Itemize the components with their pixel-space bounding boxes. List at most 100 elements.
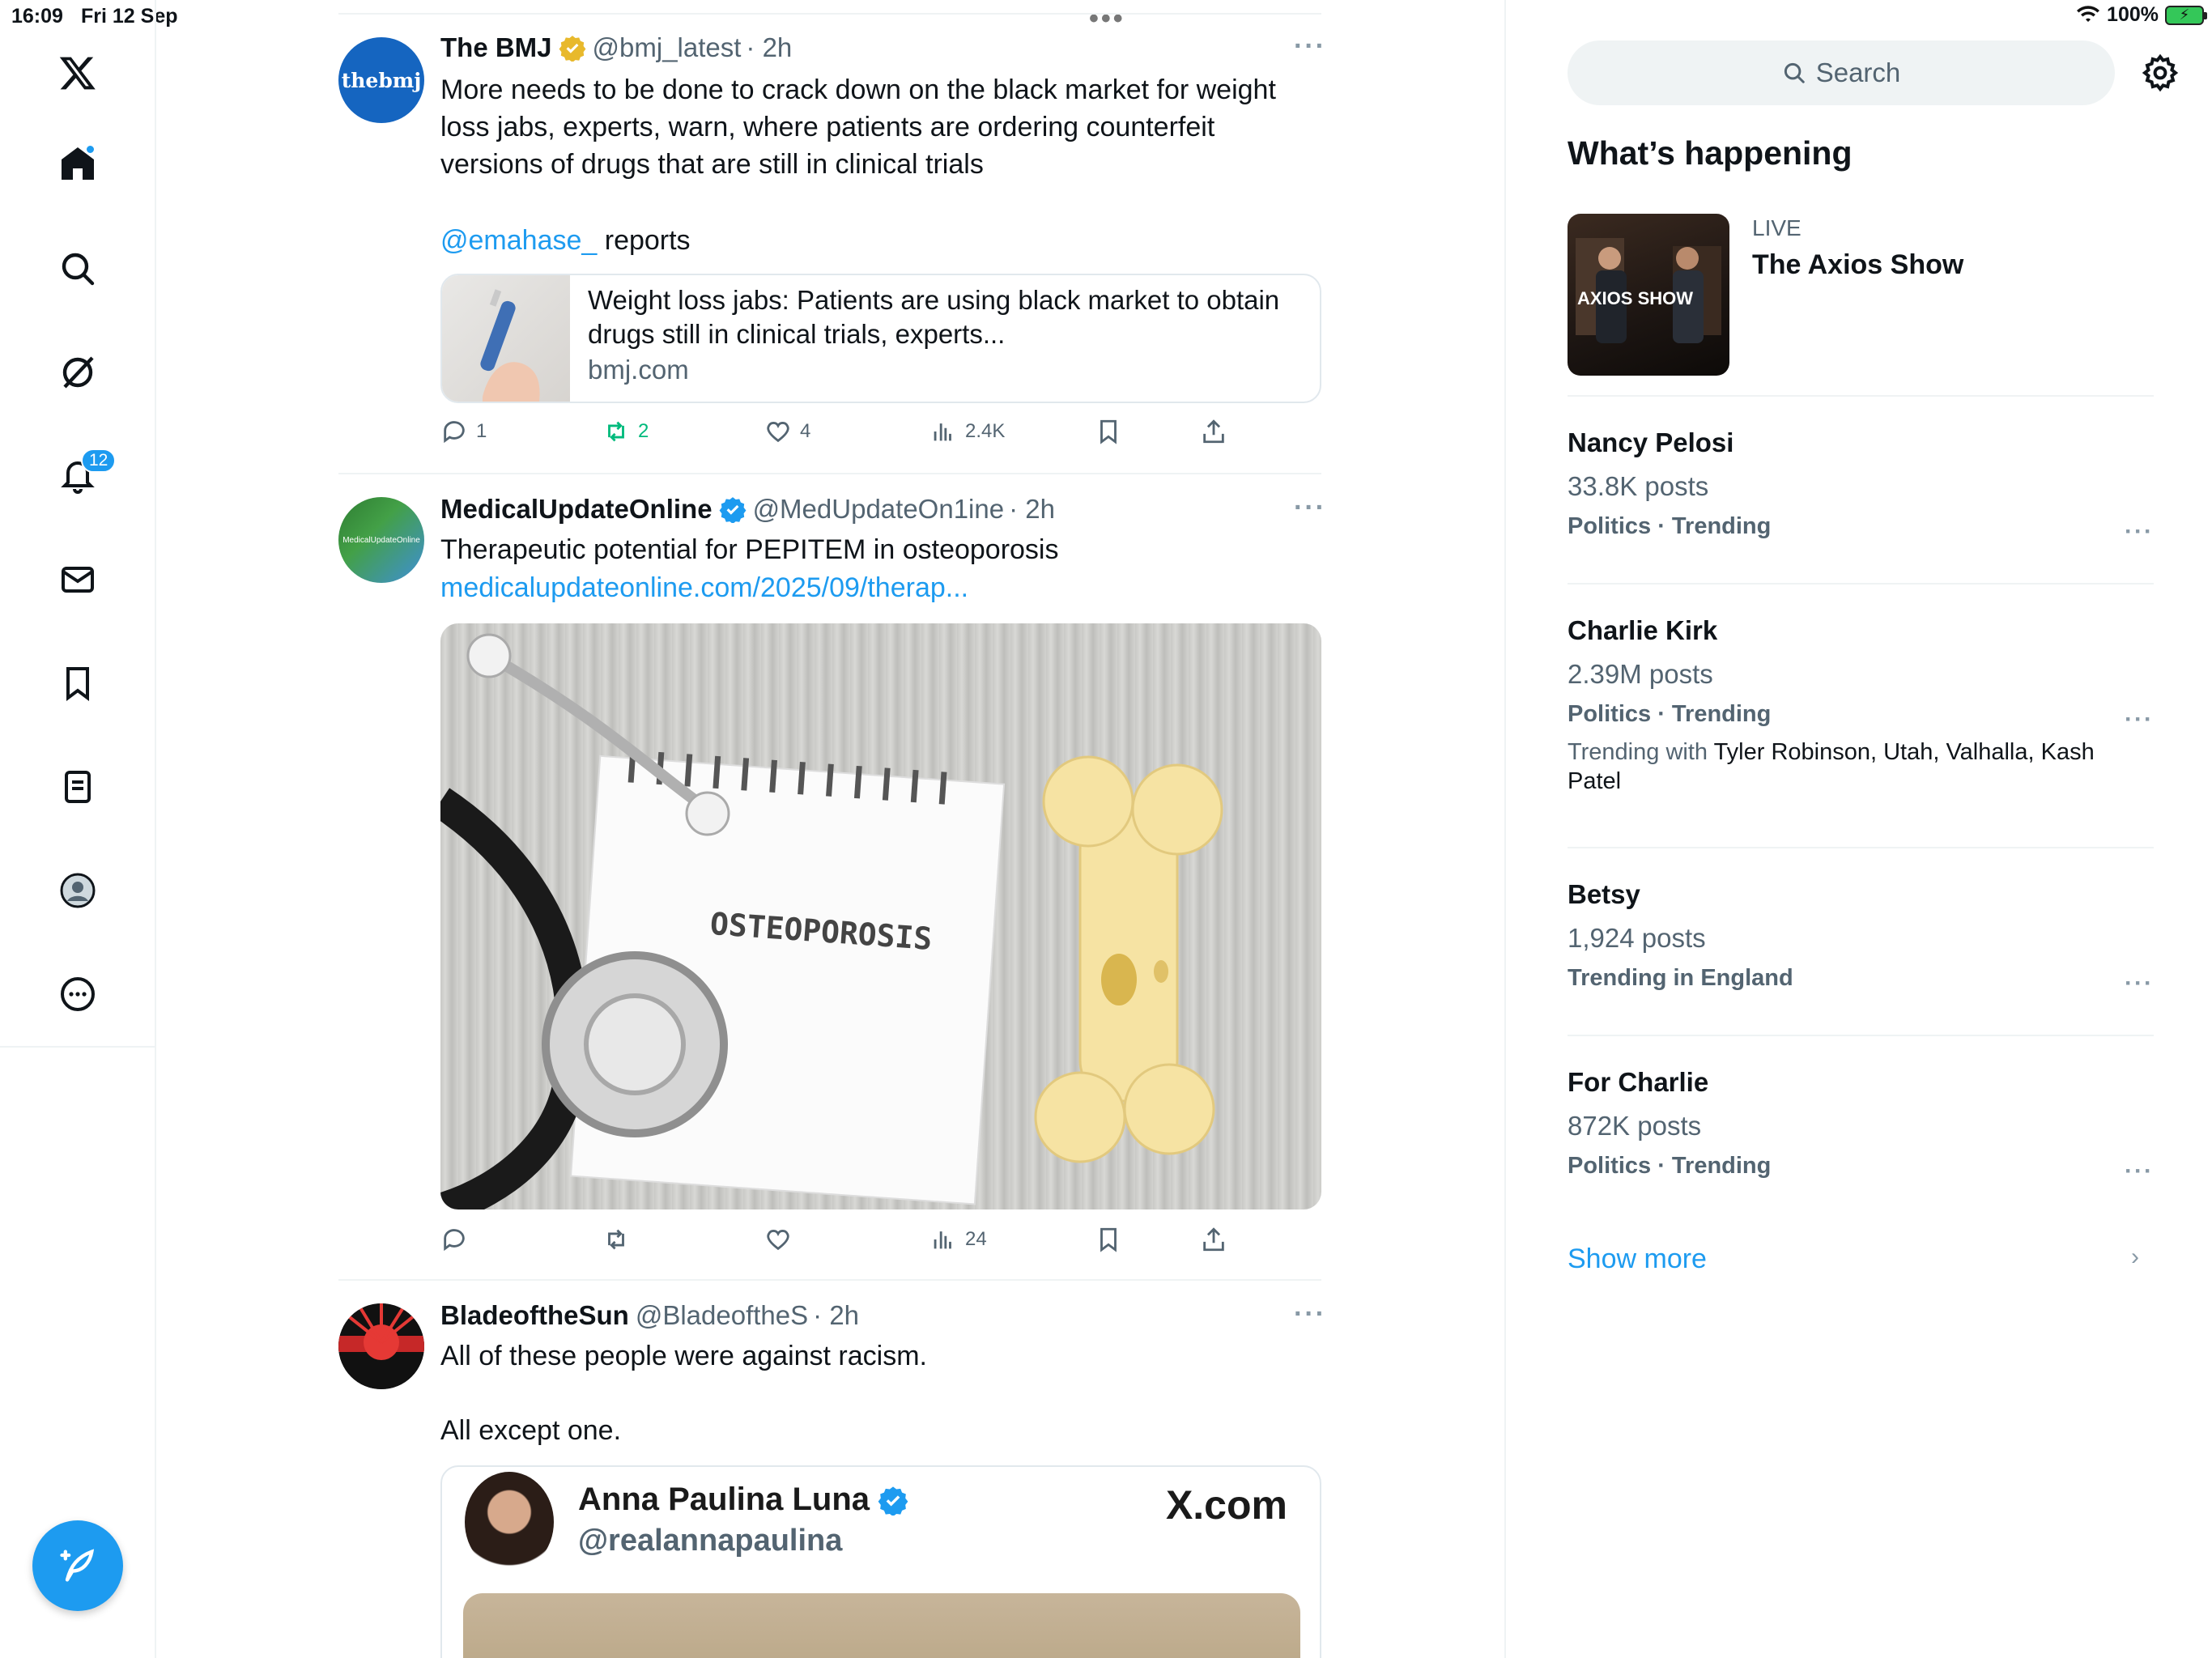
author-name[interactable]: BladeoftheSun	[440, 1300, 629, 1331]
battery-percent: 100%	[2107, 3, 2159, 26]
sidebar-divider	[1568, 583, 2154, 585]
search-input[interactable]: Search	[1568, 40, 2115, 105]
tweet-header: MedicalUpdateOnline @MedUpdateOn1ine · 2…	[440, 494, 1055, 525]
share-button[interactable]	[1200, 418, 1227, 445]
search-icon[interactable]	[53, 244, 102, 293]
multitask-handle[interactable]: •••	[1089, 3, 1125, 35]
trend-more-button[interactable]: ···	[2125, 970, 2154, 997]
feed-divider	[338, 1279, 1321, 1281]
author-handle[interactable]: @bmj_latest	[593, 32, 742, 63]
tweet-more-button[interactable]: ···	[1294, 31, 1326, 62]
trend-more-button[interactable]: ···	[2125, 706, 2154, 733]
reply-button[interactable]: 1	[440, 418, 487, 445]
trend-name: Charlie Kirk	[1568, 615, 1718, 645]
tweet-actions: 1 2 4 2.4K	[440, 418, 1323, 450]
mention-link[interactable]: @emahase_	[440, 225, 597, 256]
like-button[interactable]: 4	[764, 418, 810, 445]
mention-suffix: reports	[597, 225, 691, 256]
show-more-link[interactable]: Show more	[1568, 1244, 1707, 1275]
trend-posts: 872K posts	[1568, 1111, 1702, 1141]
avatar-text: thebmj	[341, 68, 422, 92]
embed-inner-image	[463, 1593, 1300, 1658]
home-icon[interactable]	[53, 139, 102, 188]
chevron-right-icon: ›	[2131, 1244, 2139, 1270]
embed-header: Anna Paulina Luna	[578, 1482, 908, 1518]
views-button[interactable]: 2.4K	[929, 418, 1005, 445]
tweet-actions: 24	[440, 1226, 1323, 1258]
author-name[interactable]: The BMJ	[440, 32, 552, 63]
share-icon	[1203, 1227, 1224, 1252]
reply-count: 1	[476, 420, 487, 442]
bookmark-icon	[1100, 1227, 1117, 1252]
x-logo-icon[interactable]	[53, 49, 102, 97]
card-domain: bmj.com	[588, 355, 689, 385]
wifi-icon	[2077, 5, 2100, 22]
trend-more-button[interactable]: ···	[2125, 518, 2154, 546]
blue-verified-icon	[878, 1486, 908, 1516]
author-handle[interactable]: @MedUpdateOn1ine	[753, 494, 1005, 525]
avatar[interactable]: thebmj	[338, 37, 424, 123]
tweet-more-button[interactable]: ···	[1294, 492, 1326, 524]
card-title: Weight loss jabs: Patients are using bla…	[588, 285, 1280, 349]
trend-item[interactable]: Betsy 1,924 posts Trending in England ··…	[1568, 879, 2154, 997]
trend-name: Betsy	[1568, 879, 1640, 909]
live-thumbnail[interactable]: AXIOS SHOW	[1568, 214, 1729, 376]
profile-icon[interactable]	[53, 866, 102, 915]
trending-with: Trending with Tyler Robinson, Utah, Valh…	[1568, 738, 2134, 796]
notifications-badge: 12	[81, 449, 117, 473]
trend-category: Politics · Trending	[1568, 701, 1772, 727]
repost-button[interactable]	[602, 1226, 630, 1253]
nav-divider	[0, 1046, 156, 1048]
bookmark-button[interactable]	[1095, 418, 1122, 445]
trending-with-label: Trending with	[1568, 739, 1708, 765]
embed-handle: @realannapaulina	[578, 1524, 843, 1558]
tweet-more-button[interactable]: ···	[1294, 1299, 1326, 1330]
trend-name: For Charlie	[1568, 1067, 1709, 1097]
link-card[interactable]: Weight loss jabs: Patients are using bla…	[440, 274, 1321, 403]
more-icon[interactable]	[53, 970, 102, 1018]
notifications-icon[interactable]: 12	[53, 449, 117, 500]
live-title[interactable]: The Axios Show	[1752, 249, 1963, 281]
repost-button[interactable]: 2	[602, 418, 649, 445]
trend-more-button[interactable]: ···	[2125, 1158, 2154, 1185]
trend-category: Trending in England	[1568, 965, 1793, 991]
bookmark-button[interactable]	[1095, 1226, 1122, 1253]
trend-item[interactable]: Nancy Pelosi 33.8K posts Politics · Tren…	[1568, 427, 2154, 545]
feed-divider	[338, 13, 1321, 15]
reply-icon	[444, 1229, 465, 1252]
gold-verified-icon	[559, 36, 585, 62]
tweet-link[interactable]: medicalupdateonline.com/2025/09/therap..…	[440, 569, 1315, 606]
like-count: 4	[800, 420, 811, 442]
repost-count: 2	[638, 420, 649, 442]
avatar[interactable]: MedicalUpdateOnline	[338, 497, 424, 583]
grok-icon[interactable]	[53, 348, 102, 397]
trend-item[interactable]: For Charlie 872K posts Politics · Trendi…	[1568, 1067, 2154, 1184]
avatar[interactable]	[338, 1303, 424, 1389]
views-button[interactable]: 24	[929, 1226, 987, 1253]
views-icon	[934, 423, 951, 441]
author-name[interactable]: MedicalUpdateOnline	[440, 494, 713, 525]
sidebar-divider	[1568, 395, 2154, 397]
compose-button[interactable]	[32, 1520, 123, 1611]
tweet-text: Therapeutic potential for PEPITEM in ost…	[440, 534, 1059, 565]
messages-icon[interactable]	[53, 555, 102, 604]
views-icon	[934, 1231, 951, 1249]
like-button[interactable]	[764, 1226, 792, 1253]
embedded-image[interactable]: Anna Paulina Luna @realannapaulina X.com	[440, 1465, 1321, 1658]
author-handle[interactable]: @BladeoftheS	[636, 1300, 808, 1331]
bookmark-icon	[1100, 419, 1117, 444]
settings-gear-icon[interactable]	[2141, 53, 2180, 92]
bookmarks-icon[interactable]	[53, 659, 102, 708]
home-unread-dot	[85, 144, 96, 155]
tweet-time: · 2h	[746, 32, 793, 62]
reply-button[interactable]	[440, 1226, 468, 1253]
feed-divider	[338, 473, 1321, 474]
share-button[interactable]	[1200, 1226, 1227, 1253]
search-placeholder: Search	[1815, 57, 1901, 87]
live-thumb-text: AXIOS SHOW	[1577, 288, 1693, 308]
lists-icon[interactable]	[53, 763, 102, 811]
trend-name: Nancy Pelosi	[1568, 427, 1734, 457]
tweet-image[interactable]: OSTEOPOROSIS	[440, 623, 1321, 1209]
trend-category: Politics · Trending	[1568, 513, 1772, 539]
trend-item[interactable]: Charlie Kirk 2.39M posts Politics · Tren…	[1568, 615, 2154, 796]
